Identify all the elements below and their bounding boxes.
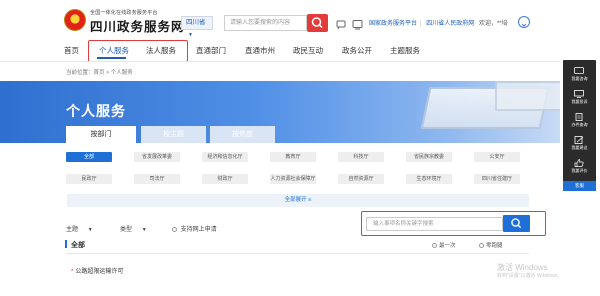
dept-filter[interactable]: 省民族宗教委 (406, 152, 452, 162)
user-greeting: 欢迎，**培 (478, 21, 508, 27)
page-title: 个人服务 (66, 103, 126, 119)
float-complain[interactable]: 我要投诉 (563, 87, 596, 107)
sort-option-label: 零跑腿 (486, 243, 503, 249)
dept-filter-all[interactable]: 全部 (66, 152, 112, 162)
tab-by-department[interactable]: 按部门 (66, 126, 136, 143)
list-item-title: 公路超限运输许可 (75, 269, 124, 275)
nav-divider (0, 61, 560, 62)
dept-filter[interactable]: 科技厅 (338, 152, 384, 162)
search-annotation-box (361, 211, 546, 236)
region-label: 四川省 (186, 19, 206, 26)
theme-filter[interactable]: 主题 ▼ (66, 224, 93, 233)
search-icon (311, 17, 323, 29)
dept-filter[interactable]: 生态环境厅 (406, 174, 452, 184)
section-divider (66, 253, 529, 254)
site-search-input[interactable]: 请输入您要搜索的内容 (224, 15, 307, 31)
nav-interaction[interactable]: 政民互动 (293, 45, 323, 56)
dept-filter[interactable]: 公安厅 (474, 152, 520, 162)
dept-filter[interactable]: 四川省住建厅 (474, 174, 520, 184)
radio-circle (432, 243, 437, 249)
expand-all-label: 全部展开 (284, 197, 307, 203)
checkbox-circle (172, 226, 177, 232)
type-filter[interactable]: 类型 ▼ (120, 224, 147, 233)
top-links: 国家政务服务平台 | 四川省人民政府网 欢迎，**培 (369, 18, 511, 27)
float-item-label: 办件查询 (571, 122, 588, 127)
nav-home[interactable]: 首页 (64, 45, 79, 56)
dept-filter[interactable]: 人力资源社会保障厅 (270, 174, 316, 184)
section-title: 全部 (71, 242, 85, 249)
nav-theme-service[interactable]: 主题服务 (390, 45, 420, 56)
tab-by-popularity[interactable]: 按热度 (210, 126, 275, 143)
float-item-label: 我要咨询 (571, 76, 588, 81)
user-menu-chevron-icon[interactable] (518, 16, 530, 28)
region-selector[interactable]: 四川省 ▼ (181, 16, 213, 38)
float-rate[interactable]: 我要评价 (563, 156, 596, 176)
star-icon: * (71, 269, 74, 275)
type-filter-label: 类型 (120, 227, 133, 233)
logo-title[interactable]: 四川政务服务网 (90, 16, 185, 35)
national-emblem-icon (64, 9, 86, 31)
sort-option-once[interactable]: 最一次 (432, 241, 456, 249)
edit-icon (574, 136, 584, 144)
dept-filter[interactable]: 自然资源厅 (338, 174, 384, 184)
float-consult[interactable]: 我要咨询 (563, 64, 596, 84)
document-icon (575, 113, 583, 121)
radio-circle (479, 243, 484, 249)
online-apply-checkbox[interactable]: 支持网上申请 (172, 224, 217, 233)
float-service-button[interactable]: 客服 (563, 181, 596, 191)
chat-icon[interactable] (336, 17, 347, 30)
thumbs-up-icon (574, 159, 584, 167)
logo-subtitle: 全国一体化在线政务服务平台 (90, 10, 158, 16)
page: 全国一体化在线政务服务平台 四川政务服务网 四川省 ▼ 请输入您要搜索的内容 国家… (0, 0, 600, 296)
windows-activation-hint: 转到"设置"以激活 Windows。 (497, 273, 563, 279)
chevron-down-icon: ▼ (188, 32, 193, 38)
nav-departments[interactable]: 直通部门 (196, 45, 226, 56)
device-image (495, 81, 560, 111)
site-search-button[interactable] (307, 14, 328, 32)
sort-option-label: 最一次 (439, 243, 456, 249)
float-query[interactable]: 办件查询 (563, 110, 596, 130)
dept-filter[interactable]: 经济和信息化厅 (202, 152, 248, 162)
link-national-platform[interactable]: 国家政务服务平台 (369, 21, 417, 27)
section-accent-bar (65, 240, 67, 248)
nav-cities[interactable]: 直通市州 (245, 45, 275, 56)
dept-filter[interactable]: 财政厅 (202, 174, 248, 184)
floating-service-panel: 我要咨询 我要投诉 办件查询 我要建议 我要评价 (563, 60, 596, 190)
chevron-down-icon: ▼ (87, 227, 93, 233)
theme-filter-label: 主题 (66, 227, 79, 233)
breadcrumb: 当前位置：首页 > 个人服务 (66, 70, 133, 76)
consult-icon (574, 67, 584, 74)
dept-filter[interactable]: 司法厅 (134, 174, 180, 184)
list-item[interactable]: * 公路超限运输许可 (71, 266, 123, 275)
online-apply-label: 支持网上申请 (180, 227, 217, 233)
link-separator: | (420, 21, 422, 27)
nav-public-affairs[interactable]: 政务公开 (342, 45, 372, 56)
expand-all-button[interactable]: 全部展开 ≡ (67, 194, 529, 207)
float-item-label: 我要建议 (571, 145, 588, 150)
accessibility-icon[interactable] (352, 17, 363, 30)
tab-by-topic[interactable]: 按主题 (141, 126, 206, 143)
sort-option-no-trip[interactable]: 零跑腿 (479, 241, 503, 249)
float-item-label: 我要投诉 (571, 99, 588, 104)
chevron-down-icon: ▼ (141, 227, 147, 233)
float-suggest[interactable]: 我要建议 (563, 133, 596, 153)
expand-icon: ≡ (308, 197, 312, 203)
float-item-label: 我要评价 (571, 168, 588, 173)
dept-filter[interactable]: 民政厅 (66, 174, 112, 184)
nav-annotation-box (88, 40, 188, 62)
link-provincial-government[interactable]: 四川省人民政府网 (426, 21, 474, 27)
dept-filter[interactable]: 省发展改革委 (134, 152, 180, 162)
header: 全国一体化在线政务服务平台 四川政务服务网 四川省 ▼ 请输入您要搜索的内容 国家… (0, 0, 600, 40)
dept-filter[interactable]: 教育厅 (270, 152, 316, 162)
monitor-icon (574, 90, 584, 98)
